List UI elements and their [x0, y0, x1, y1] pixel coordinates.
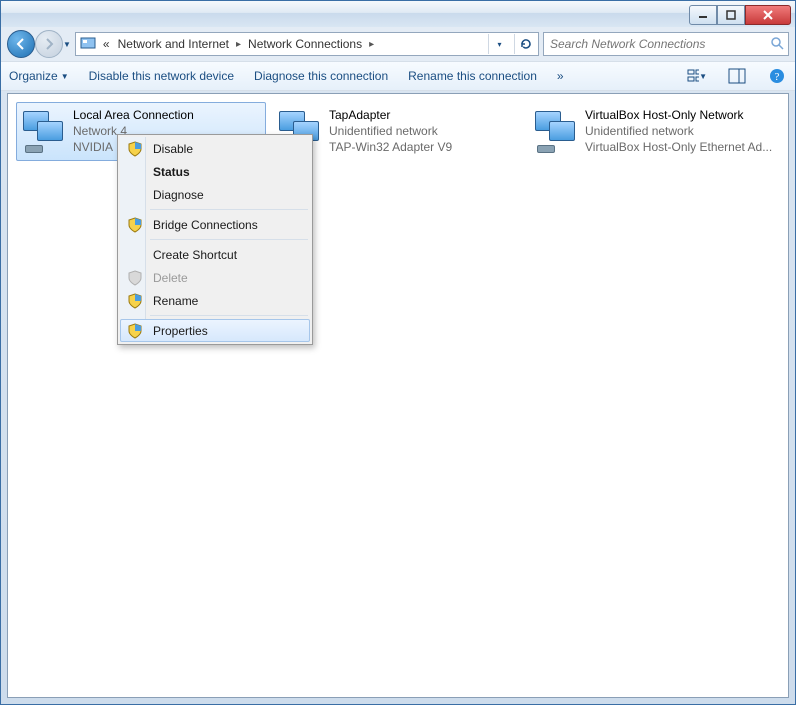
shield-icon [127, 293, 143, 309]
network-adapter-icon [19, 107, 67, 155]
ctx-label: Diagnose [153, 188, 204, 202]
chevron-right-icon[interactable]: ▸ [234, 39, 243, 50]
nav-history-dropdown-icon[interactable]: ▼ [63, 40, 71, 49]
diagnose-button[interactable]: Diagnose this connection [254, 69, 388, 83]
ctx-label: Delete [153, 271, 188, 285]
connection-name: Local Area Connection [73, 107, 194, 123]
search-field[interactable] [543, 32, 789, 56]
rename-button[interactable]: Rename this connection [408, 69, 537, 83]
connection-adapter: TAP-Win32 Adapter V9 [329, 139, 452, 155]
ctx-label: Properties [153, 324, 208, 338]
nav-buttons: ▼ [7, 30, 71, 58]
shield-icon [127, 270, 143, 286]
chevron-down-icon: ▼ [61, 72, 69, 81]
control-panel-icon [80, 35, 96, 54]
address-bar[interactable]: « Network and Internet ▸ Network Connect… [75, 32, 539, 56]
titlebar [1, 1, 795, 27]
ctx-disable[interactable]: Disable [120, 137, 310, 160]
breadcrumb-overflow[interactable]: « [100, 35, 113, 53]
connection-name: TapAdapter [329, 107, 452, 123]
svg-text:?: ? [775, 71, 780, 83]
refresh-button[interactable] [514, 34, 536, 54]
maximize-button[interactable] [717, 5, 745, 25]
ctx-bridge[interactable]: Bridge Connections [120, 213, 310, 236]
shield-icon [127, 141, 143, 157]
nav-row: ▼ « Network and Internet ▸ Network Conne… [1, 27, 795, 61]
connection-status: Unidentified network [585, 123, 772, 139]
breadcrumb-item[interactable]: Network Connections [245, 35, 365, 53]
shield-icon [127, 323, 143, 339]
ctx-label: Rename [153, 294, 198, 308]
chevron-down-icon: ▼ [699, 72, 707, 81]
connection-item[interactable]: VirtualBox Host-Only Network Unidentifie… [528, 102, 778, 161]
close-button[interactable] [745, 5, 791, 25]
shield-icon [127, 217, 143, 233]
ctx-create-shortcut[interactable]: Create Shortcut [120, 243, 310, 266]
ctx-properties[interactable]: Properties [120, 319, 310, 342]
network-adapter-icon [531, 107, 579, 155]
breadcrumb-item[interactable]: Network and Internet [115, 35, 232, 53]
search-icon [770, 36, 784, 53]
view-menu[interactable]: ▼ [687, 66, 707, 86]
organize-menu[interactable]: Organize ▼ [9, 69, 69, 83]
organize-label: Organize [9, 69, 58, 83]
toolbar-overflow[interactable]: » [557, 69, 564, 83]
window-buttons [689, 5, 791, 25]
forward-button[interactable] [35, 30, 63, 58]
connection-text: TapAdapter Unidentified network TAP-Win3… [329, 107, 452, 156]
separator [150, 315, 308, 316]
separator [150, 209, 308, 210]
help-button[interactable]: ? [767, 66, 787, 86]
ctx-delete: Delete [120, 266, 310, 289]
ctx-label: Bridge Connections [153, 218, 258, 232]
connection-status: Unidentified network [329, 123, 452, 139]
chevron-right-icon[interactable]: ▸ [367, 39, 376, 50]
separator [150, 239, 308, 240]
back-button[interactable] [7, 30, 35, 58]
connection-adapter: VirtualBox Host-Only Ethernet Ad... [585, 139, 772, 155]
ctx-label: Disable [153, 142, 193, 156]
preview-pane-button[interactable] [727, 66, 747, 86]
connection-name: VirtualBox Host-Only Network [585, 107, 772, 123]
toolbar: Organize ▼ Disable this network device D… [1, 61, 795, 91]
ctx-label: Create Shortcut [153, 248, 237, 262]
ctx-diagnose[interactable]: Diagnose [120, 183, 310, 206]
search-input[interactable] [548, 36, 770, 52]
ctx-rename[interactable]: Rename [120, 289, 310, 312]
explorer-window: ▼ « Network and Internet ▸ Network Conne… [0, 0, 796, 705]
connection-text: VirtualBox Host-Only Network Unidentifie… [585, 107, 772, 156]
disable-device-button[interactable]: Disable this network device [89, 69, 234, 83]
breadcrumb: « Network and Internet ▸ Network Connect… [100, 35, 484, 53]
address-dropdown[interactable]: ▾ [488, 34, 510, 54]
context-menu: Disable Status Diagnose Bridge Connectio… [117, 134, 313, 345]
minimize-button[interactable] [689, 5, 717, 25]
ctx-status[interactable]: Status [120, 160, 310, 183]
ctx-label: Status [153, 165, 190, 179]
